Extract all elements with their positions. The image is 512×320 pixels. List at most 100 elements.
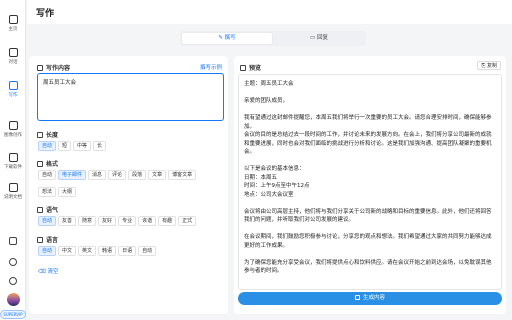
language-option[interactable]: 中文 (58, 246, 77, 256)
edit-icon (37, 65, 43, 71)
tone-option[interactable]: 自动 (38, 216, 57, 226)
length-section-title: 长度 (37, 130, 58, 139)
vip-badge: SUPERVIP (0, 310, 26, 319)
tone-option[interactable]: 正式 (178, 216, 197, 226)
language-button[interactable] (0, 277, 26, 285)
format-option[interactable]: 大纲 (58, 187, 77, 197)
sidebar-item-label: 写作 (8, 93, 18, 98)
preview-line: 会议的目的是总结过去一段时间的工作，并讨论未来的发展方向。在会上，我们将分享公司… (244, 132, 492, 155)
preview-label: 预览 (249, 65, 262, 72)
tone-option[interactable]: 诙谐 (138, 216, 157, 226)
format-option[interactable]: 评论 (108, 170, 127, 180)
sidebar-item-chat[interactable]: 对话 (2, 45, 24, 71)
language-option[interactable]: 日语 (118, 246, 137, 256)
language-icon (37, 237, 43, 243)
preview-line: 会议将由公司高层主持，他们将与我们分享关于公司新的战略和目标的重要信息。此外，他… (244, 208, 492, 224)
avatar[interactable] (0, 293, 26, 306)
tab-compose-label: 撰写 (224, 35, 236, 41)
vip-badge-wrap: SUPERVIP (0, 310, 26, 319)
preview-line: 主题：周五员工大会 (244, 81, 294, 87)
tone-option[interactable]: 随意 (78, 216, 97, 226)
tone-options: 自动 友善 随意 友好 专业 诙谐 有趣 正式 (38, 216, 198, 226)
tone-option[interactable]: 友好 (98, 216, 117, 226)
language-option[interactable]: 自动 (38, 246, 57, 256)
tone-section-title: 语气 (37, 205, 58, 214)
format-option[interactable]: 文章 (148, 170, 167, 180)
language-options: 自动 中文 英文 韩语 日语 自动 (38, 246, 158, 256)
format-icon (37, 161, 43, 167)
globe-icon (9, 277, 17, 285)
format-option[interactable]: 消息 (88, 170, 107, 180)
generate-label: 生成内容 (362, 295, 385, 301)
length-option[interactable]: 短 (58, 141, 72, 151)
tone-icon (37, 207, 43, 213)
generate-button[interactable]: 生成内容 (238, 292, 502, 305)
format-option[interactable]: 想法 (38, 187, 57, 197)
language-option[interactable]: 韩语 (98, 246, 117, 256)
doc-icon (8, 183, 18, 192)
format-options-row2: 想法 大纲 (38, 187, 78, 197)
page-title: 写作 (36, 9, 55, 19)
language-option[interactable]: 自动 (138, 246, 157, 256)
top-bar: 写作 (27, 0, 512, 24)
preview-line: 亲爱的团队成员， (244, 98, 289, 104)
format-option[interactable]: 自动 (38, 170, 57, 180)
content-section-title: 写作内容 (37, 63, 70, 72)
sidebar-item-writing[interactable]: 写作 (2, 78, 24, 104)
content-input[interactable]: 周五员工大会 (37, 73, 224, 121)
tone-option[interactable]: 有趣 (158, 216, 177, 226)
preview-line (244, 89, 496, 98)
gift-button[interactable] (0, 237, 26, 245)
length-option[interactable]: 长 (93, 141, 107, 151)
sidebar-item-download[interactable]: 下载软件 (2, 150, 24, 176)
tone-option[interactable]: 友善 (58, 216, 77, 226)
chat-icon (8, 48, 18, 57)
preview-line: 日期：本周五 (244, 174, 278, 181)
sidebar-item-label: 对话 (8, 60, 18, 65)
sidebar-item-label: 主页 (8, 27, 18, 32)
preview-line (244, 250, 496, 259)
tab-compose[interactable]: ✎ 撰写 (182, 33, 272, 44)
format-option[interactable]: 段落 (128, 170, 147, 180)
language-section-title: 语言 (37, 235, 58, 244)
format-option[interactable]: 电子邮件 (58, 170, 87, 180)
preview-line: 为了确保您能充分享受会议，我们将提供点心和饮料供应。请在会议开始之前到达会场，以… (244, 259, 492, 275)
preview-line: 地点：公司大会议室 (244, 191, 294, 198)
copy-label: 复制 (486, 63, 497, 69)
length-label: 长度 (46, 132, 59, 139)
generate-icon (354, 294, 360, 300)
length-icon (37, 132, 43, 138)
language-label: 语言 (46, 237, 59, 244)
sidebar-item-home[interactable]: 主页 (2, 12, 24, 38)
gift-icon (9, 237, 17, 245)
clear-button[interactable]: ⌫ 清空 (38, 267, 59, 275)
sidebar-item-docs[interactable]: 说明文档 (2, 180, 24, 206)
preview-line (244, 225, 496, 234)
length-option[interactable]: 中等 (73, 141, 92, 151)
language-option[interactable]: 英文 (78, 246, 97, 256)
preview-line: 以下是会议的基本信息： (244, 166, 305, 172)
clear-icon: ⌫ (38, 269, 48, 275)
preview-text[interactable]: 主题：周五员工大会 亲爱的团队成员， 我有望通过这封邮件提醒您，本周五我们将举行… (238, 74, 502, 290)
copy-button[interactable]: ⎘ 复制 (477, 61, 501, 70)
preview-section-title: 预览 (240, 63, 261, 72)
tone-option[interactable]: 专业 (118, 216, 137, 226)
preview-line: 我有望通过这封邮件提醒您，本周五我们将举行一次重要的员工大会。请您合理安排时间，… (244, 115, 492, 130)
example-link[interactable]: 撰写示例 (200, 63, 222, 71)
sidebar-item-image[interactable]: 图像创作 (2, 118, 24, 144)
length-options: 自动短中等长 (38, 141, 108, 151)
format-section-title: 格式 (37, 159, 58, 168)
tab-reply[interactable]: ▭ 回复 (274, 33, 364, 44)
home-icon (8, 15, 18, 24)
compose-panel: 写作内容 撰写示例 周五员工大会 长度 自动短中等长 格式 自动 电子邮件 消息 评论… (29, 56, 228, 314)
sidebar: 主页 对话 写作 图像创作 下载软件 说明文档 SUPERVIP (0, 0, 26, 320)
tone-label: 语气 (46, 207, 59, 214)
preview-line (244, 199, 496, 208)
avatar-image (6, 293, 20, 306)
length-option[interactable]: 自动 (38, 141, 57, 151)
preview-panel: 预览 ⎘ 复制 主题：周五员工大会 亲爱的团队成员， 我有望通过这封邮件提醒您，… (234, 56, 506, 314)
format-label: 格式 (46, 161, 59, 168)
format-option[interactable]: 博客文章 (168, 170, 197, 180)
theme-toggle[interactable] (0, 258, 26, 266)
format-options: 自动 电子邮件 消息 评论 段落 文章 博客文章 (38, 170, 198, 180)
